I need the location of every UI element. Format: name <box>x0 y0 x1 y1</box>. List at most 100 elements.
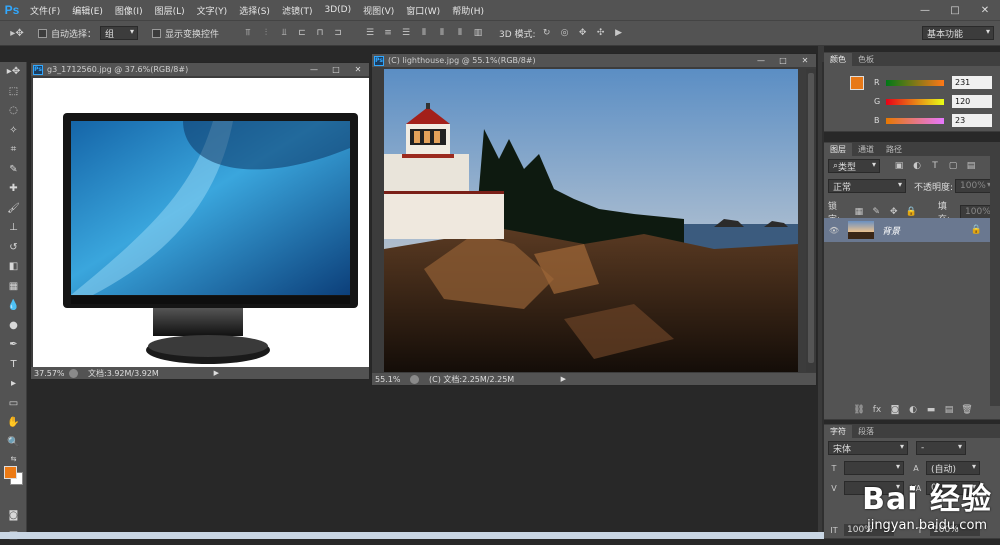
3d-slide-icon[interactable]: ✣ <box>594 26 608 40</box>
align-left-icon[interactable]: ⊏ <box>295 26 309 40</box>
auto-align-icon[interactable]: ▥ <box>471 26 485 40</box>
menu-filter[interactable]: 滤镜(T) <box>276 4 319 17</box>
distribute-vcenter-icon[interactable]: ≡ <box>381 26 395 40</box>
canvas-monitor-image[interactable] <box>33 78 369 368</box>
hand-tool-icon[interactable]: ✋ <box>0 413 27 433</box>
align-right-icon[interactable]: ⊐ <box>331 26 345 40</box>
path-selection-tool-icon[interactable]: ▸ <box>0 374 27 394</box>
3d-rotate-icon[interactable]: ↻ <box>540 26 554 40</box>
marquee-tool-icon[interactable]: ⬚ <box>0 82 27 102</box>
zoom-tool-icon[interactable]: 🔍 <box>0 433 27 453</box>
scrollbar-thumb[interactable] <box>808 73 814 363</box>
blend-mode-dropdown[interactable]: 正常 <box>828 179 906 193</box>
menu-type[interactable]: 文字(Y) <box>191 4 234 17</box>
rectangle-tool-icon[interactable]: ▭ <box>0 394 27 414</box>
auto-select-dropdown[interactable]: 组 <box>100 26 138 40</box>
tab-swatches[interactable]: 色板 <box>852 53 880 66</box>
type-tool-icon[interactable]: T <box>0 355 27 375</box>
move-tool-preset-icon[interactable]: ▸✥ <box>4 26 30 40</box>
doc-minimize-button[interactable]: — <box>303 63 325 76</box>
tab-color[interactable]: 颜色 <box>824 53 852 66</box>
filter-pixel-icon[interactable]: ▣ <box>892 159 906 173</box>
blur-tool-icon[interactable]: 💧 <box>0 296 27 316</box>
maximize-button[interactable]: □ <box>940 0 970 20</box>
eye-icon[interactable]: 👁 <box>828 224 840 236</box>
swap-colors-icon[interactable]: ⇆ <box>0 452 27 466</box>
minimize-button[interactable]: — <box>910 0 940 20</box>
distribute-hcenter-icon[interactable]: ⦀ <box>435 26 449 40</box>
fg-color-preview[interactable] <box>850 76 864 90</box>
workspace-dropdown[interactable]: 基本功能 <box>922 26 994 40</box>
tab-channels[interactable]: 通道 <box>852 143 880 156</box>
document-title-bar[interactable]: Ps g3_1712560.jpg @ 37.6%(RGB/8#) — □ ✕ <box>31 63 369 76</box>
move-tool-icon[interactable]: ▸✥ <box>0 62 27 82</box>
tab-layers[interactable]: 图层 <box>824 143 852 156</box>
document-title-bar-active[interactable]: Ps (C) lighthouse.jpg @ 55.1%(RGB/8#) — … <box>372 54 816 67</box>
doc-maximize-button[interactable]: □ <box>772 54 794 67</box>
red-slider[interactable] <box>886 80 944 86</box>
layer-filter-dropdown[interactable]: ⌕ 类型 <box>828 159 880 173</box>
status-info-icon[interactable] <box>69 369 78 378</box>
magic-wand-tool-icon[interactable]: ✧ <box>0 121 27 141</box>
healing-brush-tool-icon[interactable]: ✚ <box>0 179 27 199</box>
align-hcenter-icon[interactable]: ⊓ <box>313 26 327 40</box>
filter-type-icon[interactable]: T <box>928 159 942 173</box>
canvas-lighthouse-image[interactable] <box>384 69 798 372</box>
menu-layer[interactable]: 图层(L) <box>149 4 191 17</box>
show-transform-option[interactable]: 显示变换控件 <box>152 27 219 40</box>
clone-stamp-tool-icon[interactable]: ⊥ <box>0 218 27 238</box>
menu-image[interactable]: 图像(I) <box>109 4 149 17</box>
distribute-bottom-icon[interactable]: ☰ <box>399 26 413 40</box>
quick-mask-icon[interactable]: ◙ <box>0 506 27 526</box>
menu-edit[interactable]: 编辑(E) <box>66 4 109 17</box>
history-brush-tool-icon[interactable]: ↺ <box>0 238 27 258</box>
auto-select-checkbox[interactable] <box>38 29 47 38</box>
align-vcenter-icon[interactable]: ⫶ <box>259 26 273 40</box>
show-transform-checkbox[interactable] <box>152 29 161 38</box>
distribute-top-icon[interactable]: ☰ <box>363 26 377 40</box>
lock-pixels-icon[interactable]: ✎ <box>870 205 883 219</box>
3d-scale-icon[interactable]: ▶ <box>612 26 626 40</box>
leading-dropdown[interactable]: (自动) <box>926 461 980 475</box>
gradient-tool-icon[interactable]: ▦ <box>0 277 27 297</box>
new-layer-icon[interactable]: ▤ <box>942 403 956 417</box>
menu-view[interactable]: 视图(V) <box>357 4 400 17</box>
3d-drag-icon[interactable]: ✥ <box>576 26 590 40</box>
close-button[interactable]: ✕ <box>970 0 1000 20</box>
lock-position-icon[interactable]: ✥ <box>887 205 900 219</box>
font-family-dropdown[interactable]: 宋体 <box>828 441 908 455</box>
new-group-icon[interactable]: ▬ <box>924 403 938 417</box>
doc-maximize-button[interactable]: □ <box>325 63 347 76</box>
eraser-tool-icon[interactable]: ◧ <box>0 257 27 277</box>
blue-slider[interactable] <box>886 118 944 124</box>
lock-transparent-icon[interactable]: ▦ <box>852 205 865 219</box>
document-window-lighthouse[interactable]: Ps (C) lighthouse.jpg @ 55.1%(RGB/8#) — … <box>371 53 817 386</box>
auto-select-option[interactable]: 自动选择： 组 <box>38 26 138 40</box>
menu-help[interactable]: 帮助(H) <box>446 4 490 17</box>
doc-close-button[interactable]: ✕ <box>347 63 369 76</box>
brush-tool-icon[interactable]: 🖌 <box>0 199 27 219</box>
layer-row-background[interactable]: 👁 背景 🔒 <box>824 218 990 242</box>
green-slider[interactable] <box>886 99 944 105</box>
filter-smart-icon[interactable]: ▤ <box>964 159 978 173</box>
doc-minimize-button[interactable]: — <box>750 54 772 67</box>
lock-all-icon[interactable]: 🔒 <box>904 205 917 219</box>
layer-style-icon[interactable]: fx <box>870 403 884 417</box>
font-size-dropdown[interactable] <box>844 461 904 475</box>
delete-layer-icon[interactable]: 🗑 <box>960 403 974 417</box>
g-value-input[interactable]: 120 <box>952 95 992 108</box>
menu-file[interactable]: 文件(F) <box>24 4 66 17</box>
lasso-tool-icon[interactable]: ◌ <box>0 101 27 121</box>
zoom-level[interactable]: 37.57% <box>31 369 69 378</box>
status-menu-arrow-icon[interactable]: ▶ <box>561 375 566 383</box>
menu-select[interactable]: 选择(S) <box>233 4 276 17</box>
layers-scrollbar[interactable] <box>990 156 1000 406</box>
filter-adjust-icon[interactable]: ◐ <box>910 159 924 173</box>
document-window-monitor[interactable]: Ps g3_1712560.jpg @ 37.6%(RGB/8#) — □ ✕ <box>30 62 370 380</box>
filter-shape-icon[interactable]: ▢ <box>946 159 960 173</box>
eyedropper-tool-icon[interactable]: ✎ <box>0 160 27 180</box>
tab-paragraph[interactable]: 段落 <box>852 425 880 438</box>
distribute-right-icon[interactable]: ⦀ <box>453 26 467 40</box>
font-style-dropdown[interactable]: - <box>916 441 966 455</box>
foreground-color-swatch-front[interactable] <box>4 466 17 479</box>
